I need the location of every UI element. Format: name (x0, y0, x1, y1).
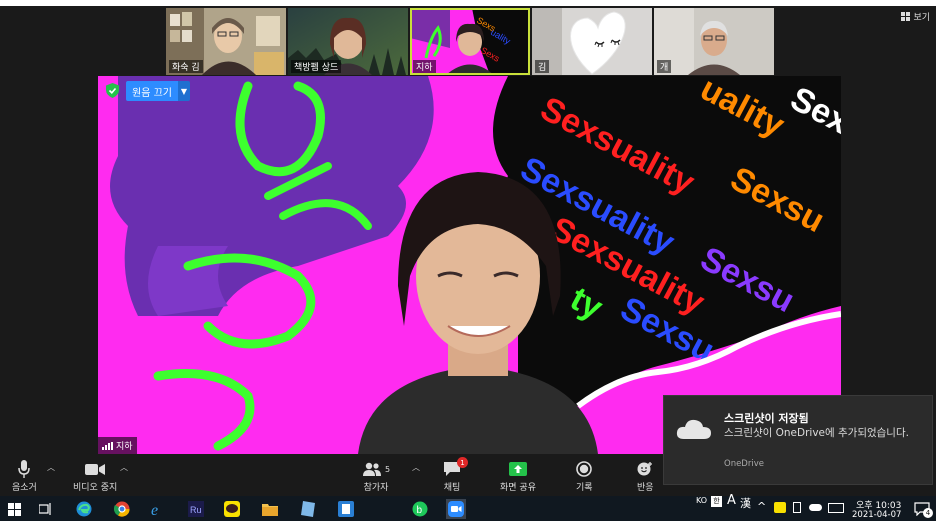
participant-thumb-kim[interactable]: 김 (532, 8, 652, 75)
chevron-down-icon[interactable]: ▼ (177, 81, 190, 101)
ime-hangul-icon[interactable]: 한 (711, 496, 722, 507)
signal-bars-icon (102, 441, 113, 450)
participant-thumb-jiha[interactable]: Sexs uality Sexs 지하 (410, 8, 530, 75)
participant-name: 책방펨 상드 (291, 60, 342, 73)
participant-thumb-hwasuk[interactable]: 화숙 김 (166, 8, 286, 75)
ru-app-icon[interactable]: Ru (186, 499, 206, 519)
cloud-icon (676, 419, 711, 439)
participants-label: 참가자 (363, 483, 389, 493)
grid-icon (901, 12, 911, 21)
smiley-plus-icon (637, 462, 653, 476)
notification-center-icon[interactable]: 4 (912, 499, 933, 519)
toast-title: 스크린샷이 저장됨 (724, 412, 809, 425)
reactions-button[interactable]: 반응 (637, 458, 654, 493)
notes-app-icon[interactable] (298, 499, 318, 519)
shield-icon (106, 83, 119, 98)
video-camera-icon (85, 463, 106, 475)
kakaotalk-tray-icon[interactable] (774, 502, 786, 513)
file-explorer-icon[interactable] (260, 499, 280, 519)
participants-icon (363, 462, 381, 476)
mute-button[interactable]: 음소거 (12, 458, 37, 493)
chat-button[interactable]: 1 채팅 (443, 457, 468, 493)
gallery-strip: 화숙 김 책방펨 상드 Sexs uality Sexs 지하 김 개 (166, 8, 774, 75)
zoom-meeting-window: 화숙 김 책방펨 상드 Sexs uality Sexs 지하 김 개 보기 S… (0, 0, 936, 521)
participant-thumb-sand[interactable]: 책방펨 상드 (288, 8, 408, 75)
stop-video-label: 비디오 중지 (73, 483, 118, 493)
participants-count: 5 (385, 464, 391, 474)
record-button[interactable]: 기록 (576, 458, 593, 493)
ime-hanja[interactable]: 漢 (740, 495, 751, 511)
chevron-up-icon[interactable]: ︿ (412, 462, 420, 473)
chat-label: 채팅 (443, 483, 461, 493)
participant-name: 개 (657, 60, 672, 73)
kakaotalk-icon[interactable] (222, 499, 242, 519)
participant-video (532, 8, 652, 75)
speaker-name-tag: 지하 (98, 437, 137, 454)
microphone-icon (18, 460, 31, 478)
keyboard-tray-icon[interactable] (828, 503, 844, 513)
edge-icon[interactable] (74, 499, 94, 519)
zoom-taskbar-icon[interactable] (446, 499, 466, 519)
chevron-up-icon[interactable]: ^ (757, 500, 766, 513)
chrome-icon[interactable] (112, 499, 132, 519)
notification-count: 4 (923, 508, 933, 518)
svg-text:Ru: Ru (190, 505, 202, 515)
svg-text:b: b (417, 505, 423, 516)
original-sound-control: 원음 끄기 ▼ (126, 81, 190, 101)
windows-taskbar: e Ru b KO 한 A 漢 ^ 오후 10:03 2021-04-07 4 (0, 493, 936, 521)
participant-name: 화숙 김 (169, 60, 203, 73)
participant-thumb-gae[interactable]: 개 (654, 8, 774, 75)
onedrive-tray-icon[interactable] (809, 504, 822, 511)
green-app-icon[interactable]: b (410, 499, 430, 519)
toast-body: 스크린샷이 OneDrive에 추가되었습니다. (724, 427, 909, 439)
title-bar (0, 0, 936, 6)
participants-button[interactable]: 5 참가자 (362, 458, 390, 493)
record-icon (576, 461, 593, 477)
share-screen-button[interactable]: 화면 공유 (500, 458, 536, 493)
participant-name: 지하 (413, 60, 436, 73)
participant-name: 김 (535, 60, 550, 73)
task-view-icon[interactable] (36, 499, 56, 519)
participant-video (654, 8, 774, 75)
reactions-label: 반응 (637, 483, 654, 493)
share-screen-label: 화면 공유 (500, 483, 536, 493)
view-button[interactable]: 보기 (901, 10, 930, 23)
chevron-up-icon[interactable]: ︿ (120, 462, 128, 473)
language-indicator[interactable]: KO (696, 496, 707, 505)
clock-date[interactable]: 2021-04-07 (852, 510, 901, 520)
windows-start-icon[interactable] (4, 499, 24, 519)
internet-explorer-icon[interactable]: e (148, 499, 168, 519)
ime-mode[interactable]: A (727, 493, 736, 508)
chat-badge: 1 (457, 457, 468, 468)
speaker-name: 지하 (116, 442, 133, 452)
svg-text:e: e (151, 502, 158, 517)
onedrive-toast[interactable]: 스크린샷이 저장됨 스크린샷이 OneDrive에 추가되었습니다. OneDr… (663, 395, 933, 485)
view-button-label: 보기 (913, 13, 930, 23)
share-screen-icon (508, 462, 527, 476)
chevron-up-icon[interactable]: ︿ (47, 462, 55, 473)
record-label: 기록 (576, 483, 593, 493)
mute-label: 음소거 (12, 483, 37, 493)
phone-tray-icon[interactable] (793, 502, 801, 513)
blue-app-icon[interactable] (336, 499, 356, 519)
toast-app: OneDrive (724, 459, 764, 469)
original-sound-button[interactable]: 원음 끄기 (126, 81, 178, 101)
stop-video-button[interactable]: 비디오 중지 (73, 458, 117, 493)
